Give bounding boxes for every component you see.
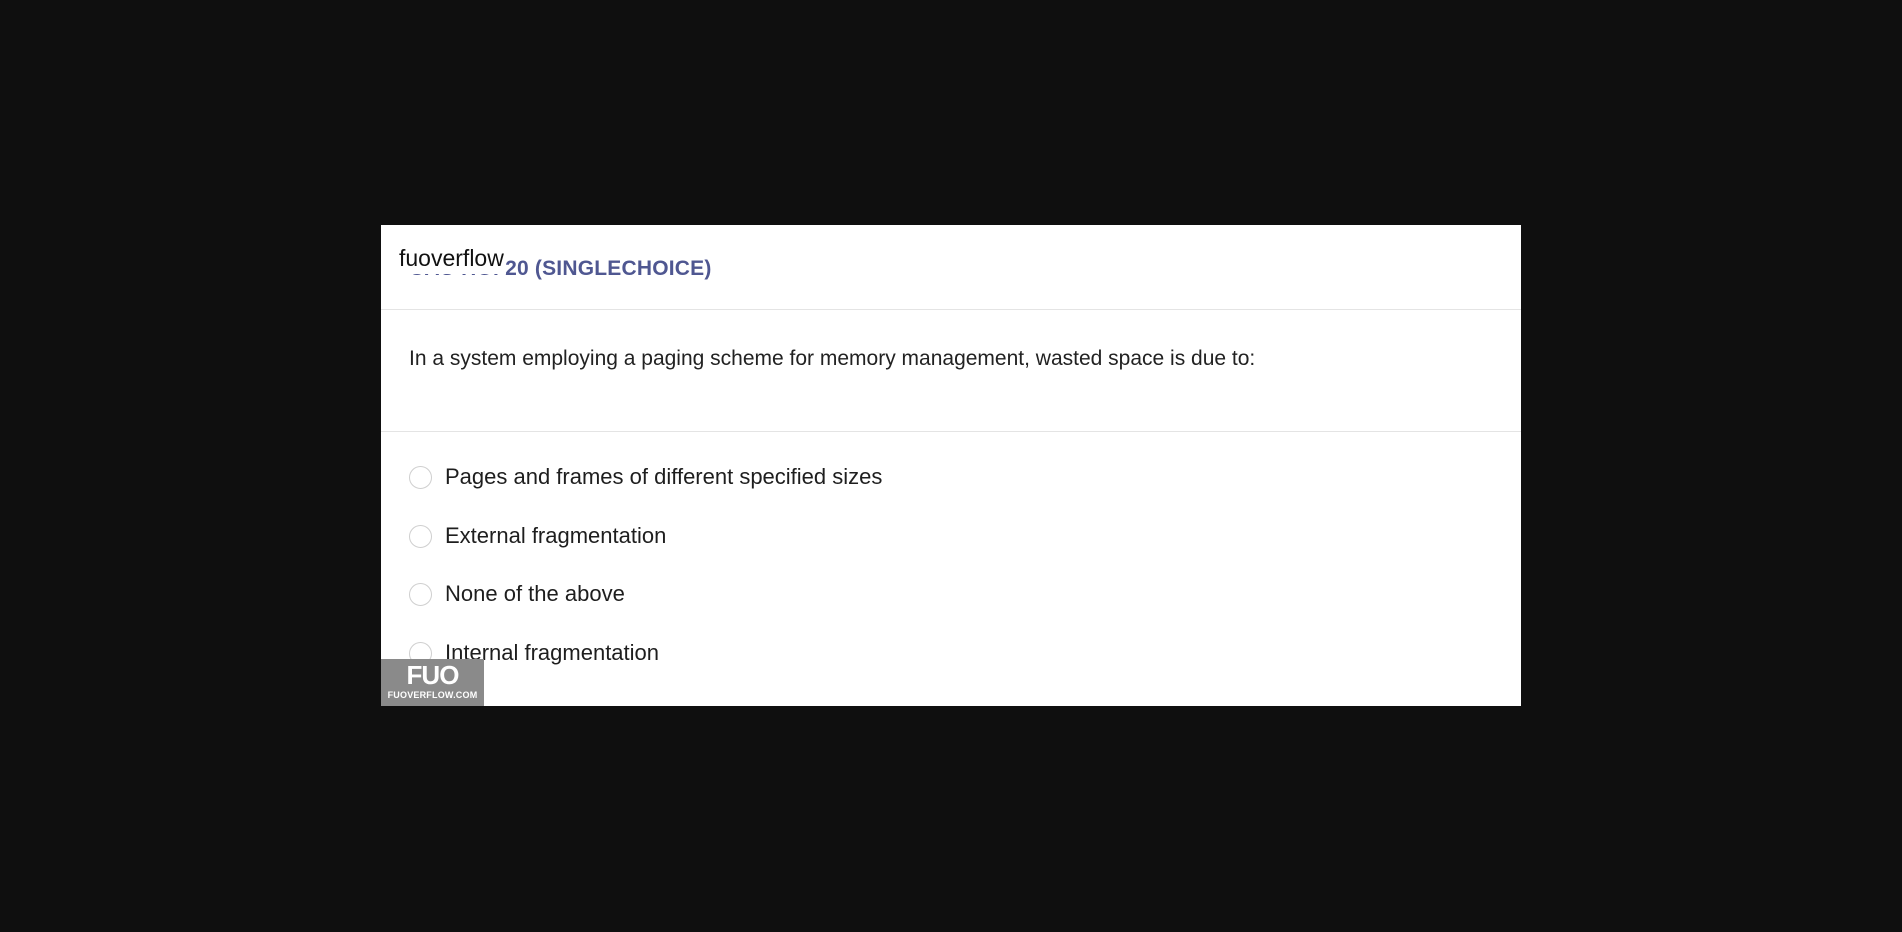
question-text: In a system employing a paging scheme fo…	[409, 347, 1256, 370]
question-header: CÂU HỎI 20 (SINGLECHOICE) fuoverflow	[381, 225, 1521, 310]
answer-option-4[interactable]: Internal fragmentation	[381, 636, 1521, 695]
answer-option-label: None of the above	[445, 581, 625, 606]
watermark-logo-text: FUO	[406, 660, 460, 690]
video-frame: CÂU HỎI 20 (SINGLECHOICE) fuoverflow In …	[0, 0, 1902, 932]
answer-options: Pages and frames of different specified …	[381, 432, 1521, 694]
quiz-panel: CÂU HỎI 20 (SINGLECHOICE) fuoverflow In …	[381, 225, 1521, 706]
radio-button[interactable]	[409, 466, 432, 489]
answer-option-1[interactable]: Pages and frames of different specified …	[381, 460, 1521, 519]
answer-option-3[interactable]: None of the above	[381, 577, 1521, 636]
radio-button[interactable]	[409, 583, 432, 606]
answer-option-2[interactable]: External fragmentation	[381, 519, 1521, 578]
watermark-url: FUOVERFLOW.COM	[387, 690, 478, 700]
question-body: In a system employing a paging scheme fo…	[381, 310, 1521, 432]
radio-button[interactable]	[409, 524, 432, 548]
answer-option-label: External fragmentation	[445, 522, 667, 548]
source-tag: fuoverflow	[399, 243, 506, 274]
answer-option-label: Pages and frames of different specified …	[445, 464, 883, 489]
watermark-logo: FUO FUOVERFLOW.COM	[381, 659, 484, 706]
